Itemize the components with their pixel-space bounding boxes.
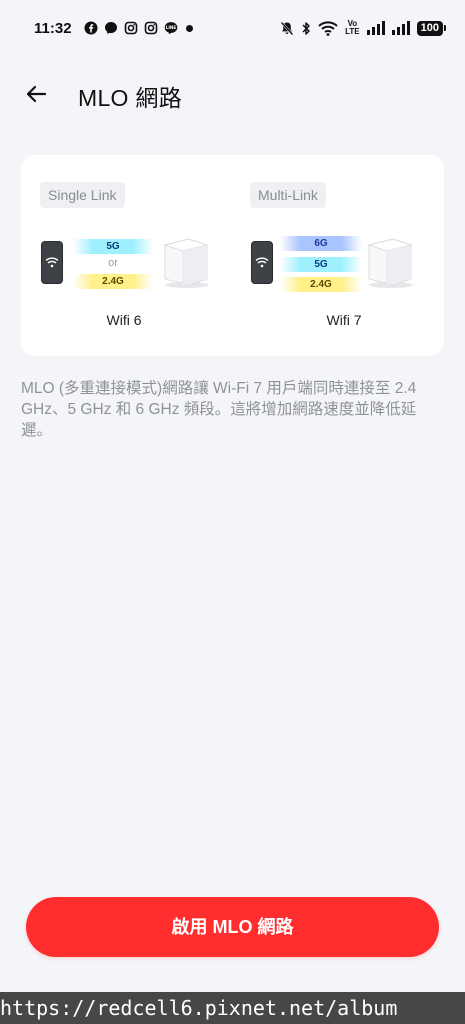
volte-indicator: Vo LTE <box>345 20 360 36</box>
arrow-left-icon <box>26 85 47 103</box>
instagram-icon <box>144 21 158 35</box>
band-6g-label: 6G <box>280 236 362 251</box>
status-bar: 11:32 LINE Vo LTE 100 <box>0 0 465 56</box>
band-24g-label: 2.4G <box>73 274 153 289</box>
router-icon <box>367 238 413 288</box>
single-link-tag: Single Link <box>40 182 125 208</box>
svg-text:LINE: LINE <box>165 25 176 30</box>
mute-icon <box>280 21 294 36</box>
or-label: or <box>108 257 118 269</box>
band-5g-label: 5G <box>280 257 362 272</box>
signal-icon <box>391 21 410 35</box>
volte-bottom: LTE <box>345 27 360 36</box>
wifi-icon <box>318 20 338 36</box>
status-left: 11:32 LINE <box>34 20 193 37</box>
back-button[interactable] <box>18 76 54 112</box>
facebook-icon <box>84 21 98 35</box>
status-time: 11:32 <box>34 19 72 37</box>
messenger-icon <box>104 21 118 35</box>
band-24g-label: 2.4G <box>280 277 362 292</box>
page-title: MLO 網路 <box>78 85 183 111</box>
watermark: https://redcell6.pixnet.net/album <box>0 992 465 1024</box>
instagram-icon <box>124 21 138 35</box>
notification-dot-icon <box>185 24 193 32</box>
multi-link-tag: Multi-Link <box>250 182 326 208</box>
phone-icon <box>251 241 273 284</box>
router-icon <box>163 238 209 288</box>
enable-mlo-button[interactable]: 啟用 MLO 網路 <box>26 897 439 957</box>
bluetooth-icon <box>301 21 311 36</box>
status-right: Vo LTE 100 <box>280 20 447 36</box>
mlo-description: MLO (多重連接模式)網路讓 Wi-Fi 7 用戶端同時連接至 2.4 GHz… <box>21 380 417 439</box>
mlo-illustration-card: Single Link 5G or 2.4G Wifi 6 Multi-Link… <box>21 155 444 356</box>
wifi7-label: Wifi 7 <box>326 312 362 328</box>
app-header: MLO 網路 <box>0 66 465 122</box>
band-5g-label: 5G <box>73 239 153 254</box>
battery-icon: 100 <box>416 20 447 36</box>
signal-icon <box>366 21 385 35</box>
phone-icon <box>41 241 63 284</box>
line-icon: LINE <box>164 21 178 35</box>
wifi6-label: Wifi 6 <box>106 312 142 328</box>
